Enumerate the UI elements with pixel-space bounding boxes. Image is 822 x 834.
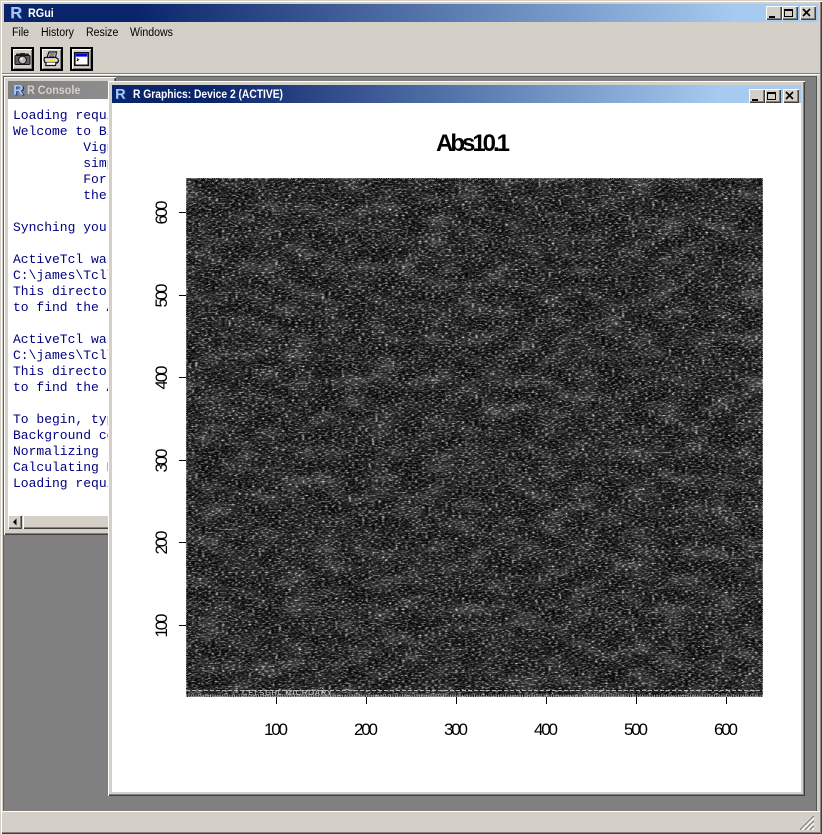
svg-text:600: 600 <box>714 720 738 739</box>
svg-text:R: R <box>13 82 23 97</box>
svg-text:500: 500 <box>152 284 171 308</box>
svg-text:600: 600 <box>152 201 171 225</box>
svg-text:100: 100 <box>152 614 171 638</box>
svg-text:100: 100 <box>264 720 288 739</box>
svg-text:CELSCHL MICROARY: CELSCHL MICROARY <box>242 688 332 697</box>
svg-text:400: 400 <box>534 720 558 739</box>
svg-text:200: 200 <box>152 531 171 555</box>
svg-text:R: R <box>115 86 125 101</box>
svg-text:Abs10.1: Abs10.1 <box>436 130 510 157</box>
svg-text:300: 300 <box>444 720 468 739</box>
svg-text:400: 400 <box>152 366 171 390</box>
svg-text:200: 200 <box>354 720 378 739</box>
svg-text:300: 300 <box>152 449 171 473</box>
svg-text:R: R <box>10 5 22 21</box>
svg-text:500: 500 <box>624 720 648 739</box>
